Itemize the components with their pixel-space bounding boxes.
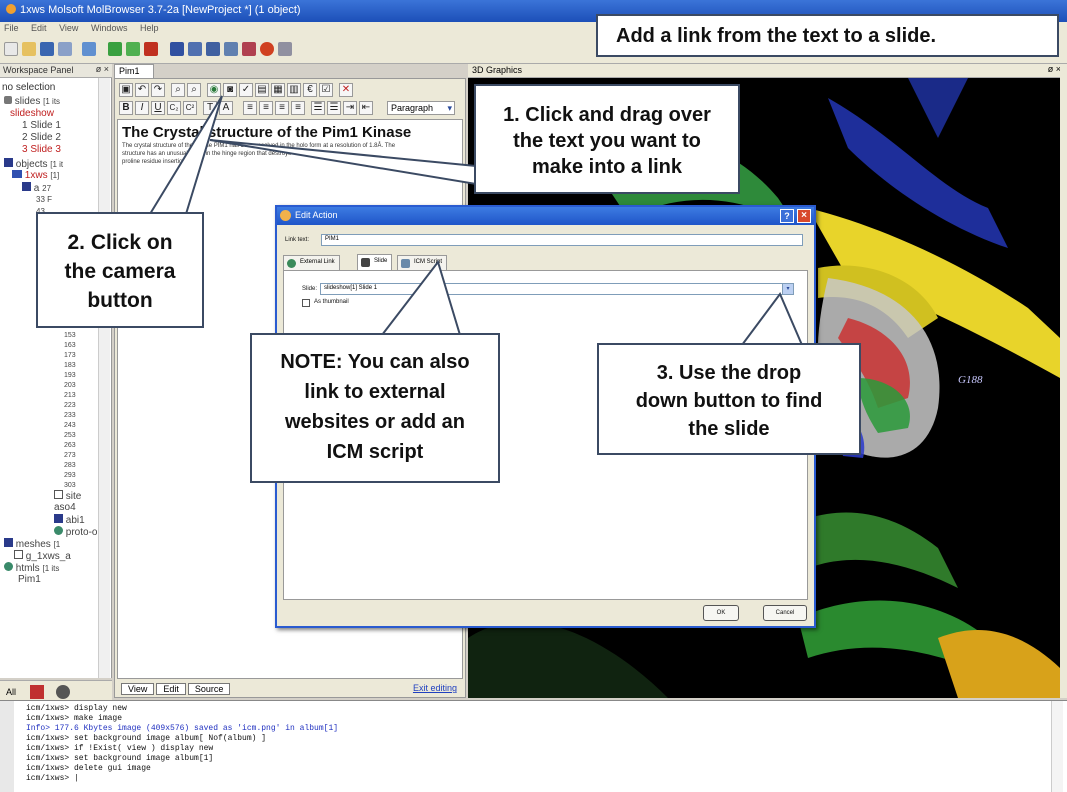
callout-step2: 2. Click on the camera button [36, 212, 204, 328]
note-pointer [379, 259, 462, 336]
callout-step3: 3. Use the drop down button to find the … [597, 343, 861, 455]
step2-pointer [148, 95, 223, 215]
step1-pointer [209, 139, 477, 186]
callout-note: NOTE: You can also link to external webs… [250, 333, 500, 483]
step3-pointer [740, 292, 804, 346]
callout-step1: 1. Click and drag over the text you want… [474, 84, 740, 194]
screen: 1xws Molsoft MolBrowser 3.7-2a [NewProje… [0, 0, 1067, 792]
instruction-banner: Add a link from the text to a slide. [596, 14, 1059, 57]
